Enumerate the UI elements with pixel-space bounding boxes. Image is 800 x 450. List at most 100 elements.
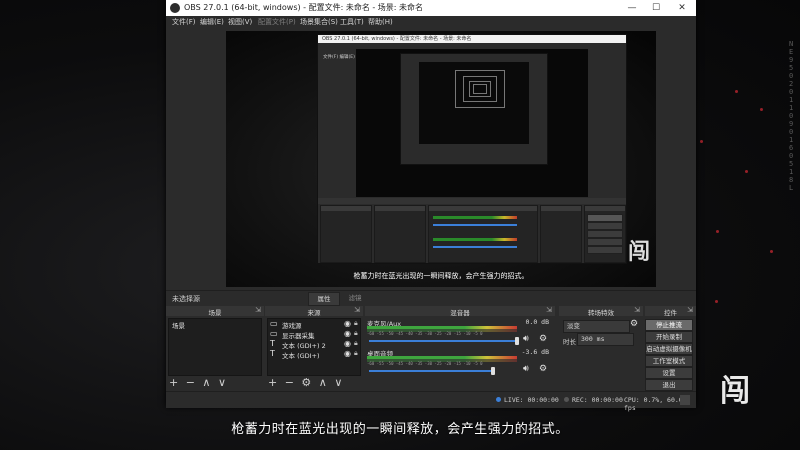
visibility-eye-icon[interactable]: ◉	[344, 349, 351, 358]
scenes-dock: 场景 ⇲ 场景 + − ∧ ∨	[166, 306, 264, 390]
speaker-icon[interactable]: 🔊︎	[523, 334, 529, 344]
recursion-frame	[473, 84, 487, 94]
title-bar[interactable]: OBS 27.0.1 (64-bit, windows) - 配置文件: 未命名…	[166, 0, 696, 16]
ember	[716, 230, 719, 233]
channel-db: -3.6 dB	[521, 348, 549, 356]
visibility-eye-icon[interactable]: ◉	[344, 339, 351, 348]
nested-dock-header	[541, 206, 581, 211]
properties-button[interactable]: 属性	[308, 292, 340, 306]
nested-transitions-dock	[540, 205, 582, 263]
exit-button[interactable]: 退出	[645, 379, 693, 391]
maximize-button[interactable]: ☐	[646, 1, 666, 15]
close-button[interactable]: ✕	[672, 1, 692, 15]
scenes-toolbar[interactable]: + − ∧ ∨	[169, 376, 228, 389]
menu-tools[interactable]: 工具(T)	[340, 17, 364, 27]
nested-dock-header	[585, 206, 625, 211]
dock-float-icon[interactable]: ⇲	[634, 306, 640, 314]
scene-item[interactable]: 场景	[172, 320, 185, 330]
nested-volume-slider	[433, 224, 517, 226]
dock-float-icon[interactable]: ⇲	[354, 306, 360, 314]
gear-icon[interactable]: ⚙	[630, 319, 638, 329]
minimize-button[interactable]: —	[622, 1, 642, 15]
video-subtitle: 枪蓄力时在蓝光出现的一瞬间释放，会产生强力的招式。	[231, 422, 569, 437]
nested-volume-slider	[433, 246, 517, 248]
start-recording-button[interactable]: 开始录制	[645, 331, 693, 343]
ember	[700, 140, 703, 143]
nested-control-button	[587, 214, 623, 222]
ember	[735, 90, 738, 93]
duration-label: 时长	[563, 338, 576, 346]
gear-icon[interactable]: ⚙	[539, 334, 547, 344]
source-item[interactable]: T 文本 (GDI+) 2 ◉ 🔒︎	[268, 339, 364, 350]
menu-scene-collection[interactable]: 场景集合(S)	[300, 17, 338, 27]
source-toolbar: 未选择源 属性 滤镜	[166, 290, 696, 307]
game-capture-icon: ▭	[270, 319, 278, 328]
ember	[715, 300, 718, 303]
nested-preview-level2	[400, 53, 548, 165]
mixer-channel-desktop: 桌面音频 -3.6 dB -60 -55 -50 -45 -40 -35 -30…	[365, 348, 551, 382]
nested-preview-level3	[419, 62, 529, 144]
nested-dock-header	[321, 206, 371, 211]
text-source-icon: T	[270, 349, 275, 358]
source-item[interactable]: ▭ 游戏源 ◉ 🔒︎	[268, 319, 364, 330]
menu-bar: 文件(F) 编辑(E) 视图(V) 配置文件(P) 场景集合(S) 工具(T) …	[166, 16, 696, 28]
game-logo-glyph: 闯	[720, 374, 750, 409]
source-item[interactable]: T 文本 (GDI+) ◉ 🔒︎	[268, 349, 364, 360]
filters-button[interactable]: 滤镜	[342, 292, 368, 304]
dock-float-icon[interactable]: ⇲	[546, 306, 552, 314]
menu-view[interactable]: 视图(V)	[228, 17, 252, 27]
scenes-dock-header: 场景 ⇲	[166, 306, 264, 317]
visibility-eye-icon[interactable]: ◉	[344, 319, 351, 328]
display-capture-icon: ▭	[270, 329, 278, 338]
text-source-icon: T	[270, 339, 275, 348]
sources-list[interactable]: ▭ 游戏源 ◉ 🔒︎ ▭ 显示器采集 ◉ 🔒︎ T 文本 (GDI+) 2 ◉ …	[267, 318, 361, 376]
source-item[interactable]: ▭ 显示器采集 ◉ 🔒︎	[268, 329, 364, 340]
preview-canvas[interactable]: OBS 27.0.1 (64-bit, windows) - 配置文件: 未命名…	[226, 31, 656, 287]
nested-control-button	[587, 238, 623, 246]
rec-indicator-icon	[564, 397, 569, 402]
lock-icon[interactable]: 🔒︎	[354, 339, 358, 348]
menu-edit[interactable]: 编辑(E)	[200, 17, 224, 27]
scenes-dock-title: 场景	[208, 309, 222, 317]
start-virtual-camera-button[interactable]: 启动虚拟摄像机	[645, 343, 693, 355]
menu-profile[interactable]: 配置文件(P)	[258, 17, 296, 27]
ember	[760, 108, 763, 111]
live-indicator-icon	[496, 397, 501, 402]
nested-scenes-dock	[320, 205, 372, 263]
lock-icon[interactable]: 🔒︎	[354, 349, 358, 358]
stop-streaming-button[interactable]: 停止推流	[645, 319, 693, 331]
obs-logo-icon	[170, 3, 180, 13]
ember	[745, 170, 748, 173]
dock-float-icon[interactable]: ⇲	[687, 306, 693, 314]
volume-slider[interactable]	[369, 370, 494, 372]
menu-file[interactable]: 文件(F)	[172, 17, 196, 27]
channel-db: 0.0 dB	[525, 318, 549, 326]
no-source-selected-label: 未选择源	[172, 295, 200, 303]
menu-help[interactable]: 帮助(H)	[368, 17, 393, 27]
obs-window: OBS 27.0.1 (64-bit, windows) - 配置文件: 未命名…	[166, 0, 696, 412]
dock-float-icon[interactable]: ⇲	[255, 306, 261, 314]
volume-slider-handle[interactable]	[491, 367, 495, 375]
filters-label: 滤镜	[348, 294, 362, 302]
lock-icon[interactable]: 🔒︎	[354, 329, 358, 338]
sources-dock-header: 来源 ⇲	[265, 306, 363, 317]
duration-input[interactable]: 300 ms	[577, 333, 634, 346]
nested-mixer-dock	[428, 205, 538, 263]
volume-slider-handle[interactable]	[515, 337, 519, 345]
meter-scale: -60 -55 -50 -45 -40 -35 -30 -25 -20 -15 …	[367, 361, 483, 366]
scenes-list[interactable]: 场景	[168, 318, 262, 376]
preview-subtitle: 枪蓄力时在蓝光出现的一瞬间释放，会产生强力的招式。	[353, 272, 529, 280]
meter-scale: -60 -55 -50 -45 -40 -35 -30 -25 -20 -15 …	[367, 331, 483, 336]
volume-slider[interactable]	[369, 340, 517, 342]
settings-button[interactable]: 设置	[645, 367, 693, 379]
transition-select[interactable]: 淡变	[563, 320, 630, 333]
speaker-icon[interactable]: 🔊︎	[523, 364, 529, 374]
nested-control-button	[587, 230, 623, 238]
lock-icon[interactable]: 🔒︎	[354, 319, 358, 328]
studio-mode-button[interactable]: 工作室模式	[645, 355, 693, 367]
mixer-dock-header: 混音器 ⇲	[365, 306, 555, 317]
transitions-dock-title: 转场特效	[588, 309, 614, 317]
gear-icon[interactable]: ⚙	[539, 364, 547, 374]
sources-toolbar[interactable]: + − ⚙ ∧ ∨	[268, 376, 344, 389]
visibility-eye-icon[interactable]: ◉	[344, 329, 351, 338]
